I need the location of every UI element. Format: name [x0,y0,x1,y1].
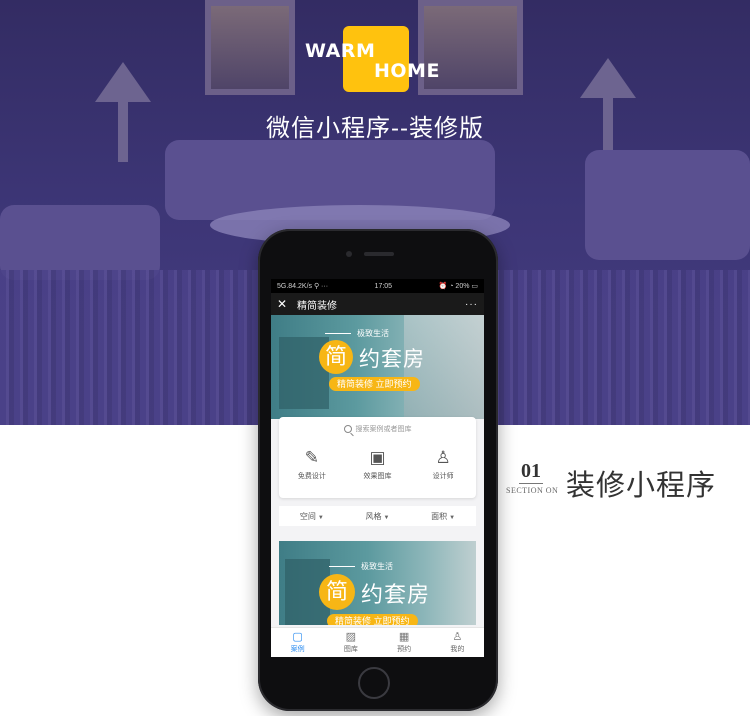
filter-space[interactable]: 空间 ▼ [300,511,324,522]
banner-line [329,566,355,567]
feature-card: 搜索案例或者图库 ✎ 免费设计 ▣ 效果图库 ♙ 设计师 [279,417,476,498]
section-label: SECTION ON [506,486,559,495]
filter-style[interactable]: 风格 ▼ [366,511,390,522]
tab-label: 预约 [397,646,412,653]
feature-designer[interactable]: ♙ 设计师 [415,447,471,481]
section-title: 装修小程序 [566,470,717,502]
status-left: 5G.84.2K/s ⚲ ··· [277,283,329,290]
gallery-icon: ▣ [369,448,386,467]
calendar-icon: ▦ [398,631,410,643]
home-button[interactable] [358,667,390,699]
caret-down-icon: ▼ [317,514,324,521]
banner-tag: 极致生活 [361,562,393,571]
status-bar: 5G.84.2K/s ⚲ ··· 17:05 ⏰ ◔ 20% ▭ [271,279,484,293]
tab-booking[interactable]: ▦ 预约 [384,631,424,654]
section-number: 01 [519,460,543,484]
phone-screen: 5G.84.2K/s ⚲ ··· 17:05 ⏰ ◔ 20% ▭ ✕ 精简装修 … [271,279,484,657]
banner-line [325,333,351,334]
tab-gallery[interactable]: ▨ 图库 [331,631,371,654]
more-icon[interactable]: ··· [465,299,478,310]
status-time: 17:05 [374,282,393,290]
filter-label: 风格 [365,511,382,521]
feature-row: ✎ 免费设计 ▣ 效果图库 ♙ 设计师 [279,447,476,481]
feature-label: 设计师 [432,473,454,480]
search-placeholder: 搜索案例或者图库 [355,426,412,433]
feature-gallery[interactable]: ▣ 效果图库 [349,447,405,481]
banner-cta-button[interactable]: 精简装修 立即预约 [327,614,418,625]
nav-title: 精简装修 [297,300,337,312]
feature-label: 效果图库 [363,473,392,480]
tab-bar: ▢ 案例 ▨ 图库 ▦ 预约 ♙ 我的 [271,627,484,657]
lamp-left [95,62,151,102]
banner-main-text: 约套房 [361,582,431,607]
caret-down-icon: ▼ [449,514,456,521]
armchair [585,150,750,260]
feature-free-design[interactable]: ✎ 免费设计 [284,447,340,481]
close-icon[interactable]: ✕ [277,298,291,310]
lamp-right [580,58,636,98]
status-right: ⏰ ◔ 20% ▭ [438,283,478,290]
phone-speaker [364,252,394,256]
case-banner[interactable]: 极致生活 简 约套房 精简装修 立即预约 [279,541,476,625]
filter-bar: 空间 ▼ 风格 ▼ 面积 ▼ [279,506,476,526]
banner-main-text: 约套房 [359,348,425,371]
top-banner[interactable]: 极致生活 简 约套房 精简装修 立即预约 [271,315,484,419]
user-icon: ♙ [452,631,463,643]
filter-label: 空间 [299,511,316,521]
filter-area[interactable]: 面积 ▼ [431,511,455,522]
tab-label: 案例 [290,646,305,653]
nav-bar: ✕ 精简装修 ··· [271,293,484,315]
logo-word-warm: WARM [305,40,376,62]
banner-big-char: 简 [319,340,353,374]
banner-cta-button[interactable]: 精简装修 立即预约 [329,377,420,391]
hero-title: 微信小程序--装修版 [266,115,484,142]
banner-tag: 极致生活 [357,329,389,338]
design-tools-icon: ✎ [304,448,319,467]
tab-label: 我的 [450,646,465,653]
designer-icon: ♙ [435,448,451,467]
search-input[interactable]: 搜索案例或者图库 [285,421,470,437]
phone-camera [346,251,352,257]
search-icon [343,425,352,433]
case-icon: ▢ [292,631,303,643]
painting-left [205,0,295,95]
ottoman [0,205,160,280]
phone-mockup: 5G.84.2K/s ⚲ ··· 17:05 ⏰ ◔ 20% ▭ ✕ 精简装修 … [258,229,498,711]
filter-label: 面积 [431,511,448,521]
caret-down-icon: ▼ [383,514,390,521]
feature-label: 免费设计 [297,473,326,480]
tab-mine[interactable]: ♙ 我的 [437,631,477,654]
gallery-tab-icon: ▨ [345,631,357,643]
tab-case[interactable]: ▢ 案例 [278,631,318,654]
logo-word-home: HOME [374,60,440,82]
tab-label: 图库 [343,646,358,653]
banner-big-char: 简 [319,574,355,610]
